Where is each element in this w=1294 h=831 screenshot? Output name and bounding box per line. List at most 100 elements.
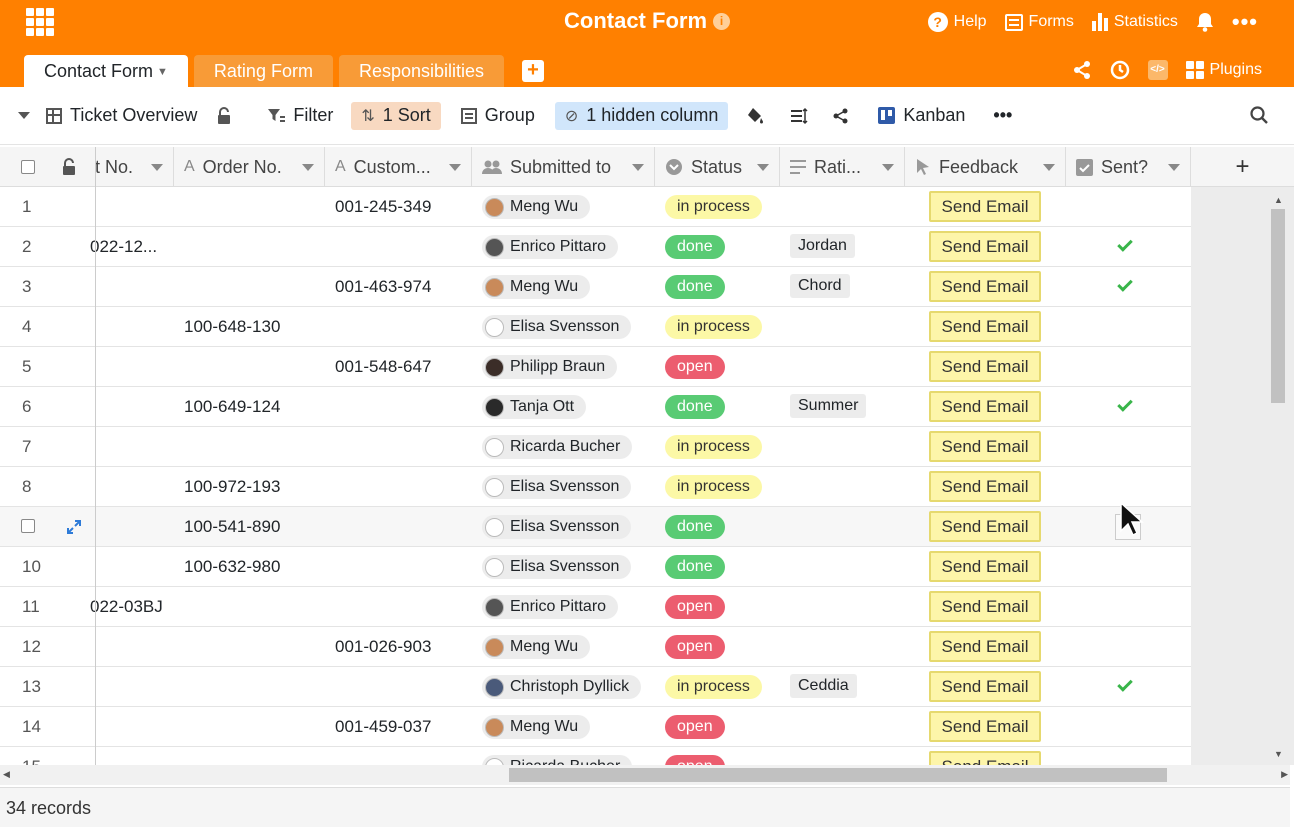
table-row[interactable]: 8 100-972-193 Elisa Svensson in process Send… (0, 467, 1191, 507)
column-header-customer[interactable]: A Custom... (325, 147, 472, 187)
ticket-no-cell[interactable]: 022-03BJ (90, 587, 174, 626)
scroll-left-icon[interactable]: ◀ (3, 769, 10, 780)
status-cell[interactable]: done (665, 547, 779, 586)
order-no-cell[interactable] (184, 427, 324, 466)
order-no-cell[interactable]: 100-541-890 (184, 507, 324, 546)
table-row[interactable]: 100-541-890 Elisa Svensson done Send Email (0, 507, 1191, 547)
status-cell[interactable]: in process (665, 187, 779, 226)
column-header-sent[interactable]: Sent? (1066, 147, 1191, 187)
rating-cell[interactable]: Chord (790, 267, 904, 306)
hidden-columns-button[interactable]: ⊘ 1 hidden column (554, 101, 729, 130)
chevron-down-icon[interactable] (1043, 164, 1055, 171)
order-no-cell[interactable] (184, 227, 324, 266)
chevron-down-icon[interactable] (449, 164, 461, 171)
status-cell[interactable]: done (665, 507, 779, 546)
customer-cell[interactable]: 001-026-903 (335, 627, 471, 666)
ticket-no-cell[interactable] (90, 627, 174, 666)
status-cell[interactable]: done (665, 387, 779, 426)
ticket-no-cell[interactable] (90, 547, 174, 586)
sent-cell[interactable] (1066, 667, 1190, 706)
chevron-down-icon[interactable] (632, 164, 644, 171)
status-cell[interactable]: in process (665, 667, 779, 706)
rating-cell[interactable] (790, 467, 904, 506)
ticket-no-cell[interactable] (90, 507, 174, 546)
order-no-cell[interactable] (184, 627, 324, 666)
toolbar-more-button[interactable]: ••• (983, 102, 1022, 130)
ticket-no-cell[interactable] (90, 347, 174, 386)
send-email-button[interactable]: Send Email (929, 591, 1041, 622)
sent-cell[interactable] (1066, 187, 1190, 226)
send-email-button[interactable]: Send Email (929, 511, 1041, 542)
order-no-cell[interactable]: 100-649-124 (184, 387, 324, 426)
chevron-down-icon[interactable]: ▼ (157, 66, 168, 78)
send-email-button[interactable]: Send Email (929, 551, 1041, 582)
sent-cell[interactable] (1066, 227, 1190, 266)
scroll-up-icon[interactable]: ▲ (1274, 195, 1283, 205)
status-cell[interactable]: in process (665, 307, 779, 346)
rating-cell[interactable] (790, 307, 904, 346)
status-cell[interactable]: in process (665, 427, 779, 466)
customer-cell[interactable] (335, 747, 471, 765)
sent-cell[interactable] (1066, 587, 1190, 626)
order-no-cell[interactable] (184, 267, 324, 306)
tab-contact-form[interactable]: Contact Form ▼ (24, 55, 188, 87)
customer-cell[interactable]: 001-459-037 (335, 707, 471, 746)
row-color-button[interactable] (736, 102, 774, 130)
status-cell[interactable]: done (665, 227, 779, 266)
table-row[interactable]: 14 001-459-037 Meng Wu open Send Email (0, 707, 1191, 747)
rating-cell[interactable]: Summer (790, 387, 904, 426)
column-header-ticket-no[interactable]: t No. (95, 147, 174, 187)
search-icon[interactable] (1250, 106, 1268, 124)
customer-cell[interactable] (335, 427, 471, 466)
submitted-to-cell[interactable]: Philipp Braun (482, 347, 654, 386)
lock-button[interactable] (207, 102, 241, 130)
filter-button[interactable]: Filter (257, 102, 343, 130)
forms-button[interactable]: Forms (1004, 13, 1074, 31)
submitted-to-cell[interactable]: Elisa Svensson (482, 507, 654, 546)
rating-cell[interactable] (790, 427, 904, 466)
customer-cell[interactable] (335, 307, 471, 346)
sent-cell[interactable] (1066, 547, 1190, 586)
order-no-cell[interactable] (184, 667, 324, 706)
row-select-checkbox[interactable] (21, 519, 35, 533)
table-row[interactable]: 3 001-463-974 Meng Wu done Chord Send Email (0, 267, 1191, 307)
submitted-to-cell[interactable]: Enrico Pittaro (482, 227, 654, 266)
rating-cell[interactable] (790, 187, 904, 226)
ticket-no-cell[interactable] (90, 307, 174, 346)
customer-cell[interactable] (335, 587, 471, 626)
table-row[interactable]: 12 001-026-903 Meng Wu open Send Email (0, 627, 1191, 667)
help-button[interactable]: ? Help (927, 12, 987, 32)
send-email-button[interactable]: Send Email (929, 311, 1041, 342)
send-email-button[interactable]: Send Email (929, 351, 1041, 382)
chevron-down-icon[interactable] (151, 164, 163, 171)
submitted-to-cell[interactable]: Elisa Svensson (482, 467, 654, 506)
table-row[interactable]: 13 Christoph Dyllick in process Ceddia Send … (0, 667, 1191, 707)
select-all-checkbox[interactable] (21, 160, 35, 174)
table-row[interactable]: 11 022-03BJ Enrico Pittaro open Send Email (0, 587, 1191, 627)
send-email-button[interactable]: Send Email (929, 271, 1041, 302)
order-no-cell[interactable]: 100-648-130 (184, 307, 324, 346)
send-email-button[interactable]: Send Email (929, 671, 1041, 702)
order-no-cell[interactable] (184, 347, 324, 386)
submitted-to-cell[interactable]: Elisa Svensson (482, 547, 654, 586)
horizontal-scroll-thumb[interactable] (509, 768, 1167, 782)
script-icon[interactable]: </> (1147, 60, 1168, 80)
send-email-button[interactable]: Send Email (929, 751, 1041, 765)
status-cell[interactable]: open (665, 627, 779, 666)
vertical-scrollbar[interactable]: ▲ ▼ (1270, 195, 1286, 759)
table-row[interactable]: 1 001-245-349 Meng Wu in process Send Email (0, 187, 1191, 227)
sent-cell[interactable] (1066, 427, 1190, 466)
share-view-button[interactable] (822, 102, 860, 130)
customer-cell[interactable] (335, 387, 471, 426)
send-email-button[interactable]: Send Email (929, 631, 1041, 662)
submitted-to-cell[interactable]: Ricarda Bucher (482, 747, 654, 765)
statistics-button[interactable]: Statistics (1091, 13, 1178, 31)
sent-cell[interactable] (1066, 747, 1190, 765)
submitted-to-cell[interactable]: Meng Wu (482, 187, 654, 226)
rating-cell[interactable] (790, 747, 904, 765)
order-no-cell[interactable] (184, 187, 324, 226)
chevron-down-icon[interactable] (882, 164, 894, 171)
send-email-button[interactable]: Send Email (929, 391, 1041, 422)
ticket-no-cell[interactable] (90, 187, 174, 226)
chevron-down-icon[interactable] (302, 164, 314, 171)
